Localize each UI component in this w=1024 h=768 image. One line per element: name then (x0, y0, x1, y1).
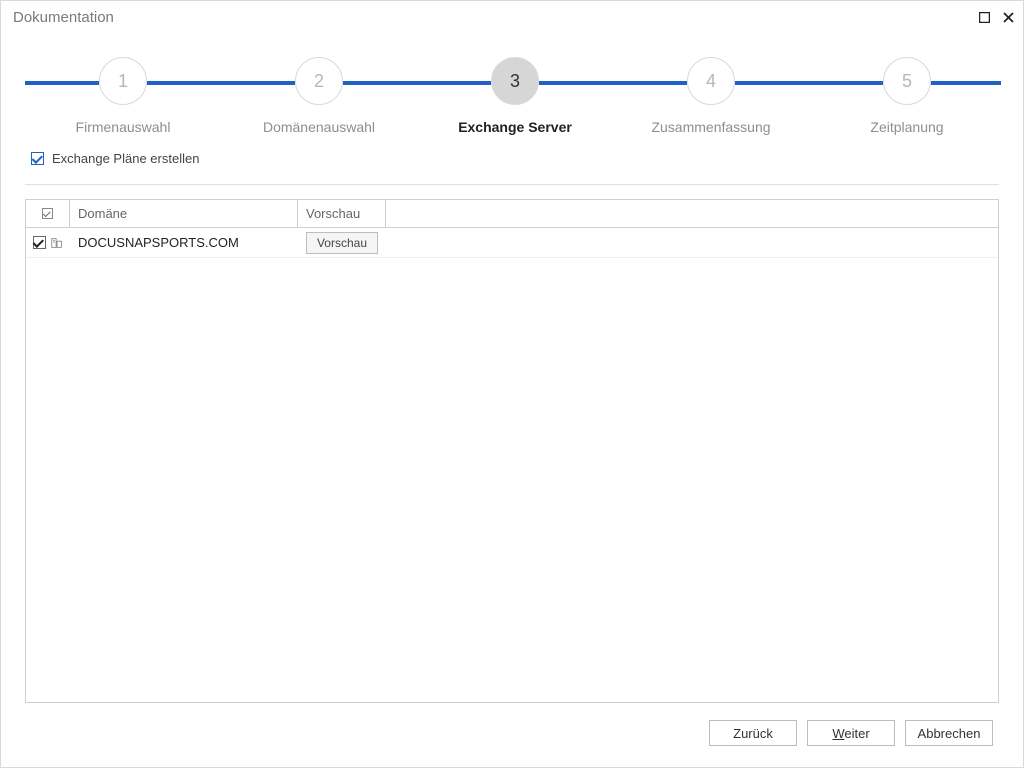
step-3[interactable]: 3 Exchange Server (417, 57, 613, 135)
table-row[interactable]: DOCUSNAPSPORTS.COM Vorschau (26, 228, 998, 258)
row-checkbox[interactable] (33, 236, 46, 249)
create-exchange-plans-checkbox[interactable] (31, 152, 44, 165)
select-all-checkbox[interactable] (42, 208, 53, 219)
back-button[interactable]: Zurück (709, 720, 797, 746)
step-2[interactable]: 2 Domänenauswahl (221, 57, 417, 135)
next-button[interactable]: Weiter (807, 720, 895, 746)
grid-body: DOCUSNAPSPORTS.COM Vorschau (26, 228, 998, 702)
header-checkbox-cell (26, 200, 70, 228)
dialog-window: Dokumentation 1 Firmenauswahl 2 Dom (0, 0, 1024, 768)
dialog-footer: Zurück Weiter Abbrechen (25, 711, 999, 755)
header-preview[interactable]: Vorschau (298, 200, 386, 228)
step-label: Firmenauswahl (25, 119, 221, 135)
row-domain: DOCUSNAPSPORTS.COM (70, 235, 298, 250)
step-label: Exchange Server (417, 119, 613, 135)
step-1[interactable]: 1 Firmenauswahl (25, 57, 221, 135)
titlebar: Dokumentation (1, 1, 1023, 33)
grid-header: Domäne Vorschau (26, 200, 998, 228)
dialog-content: 1 Firmenauswahl 2 Domänenauswahl 3 Excha… (1, 33, 1023, 767)
step-number: 5 (883, 57, 931, 105)
next-rest: eiter (844, 726, 869, 741)
step-label: Zusammenfassung (613, 119, 809, 135)
step-label: Zeitplanung (809, 119, 1005, 135)
separator (25, 184, 999, 185)
header-domain[interactable]: Domäne (70, 200, 298, 228)
step-5[interactable]: 5 Zeitplanung (809, 57, 1005, 135)
header-blank (386, 200, 998, 228)
row-preview-cell: Vorschau (298, 232, 386, 254)
preview-button[interactable]: Vorschau (306, 232, 378, 254)
step-number: 2 (295, 57, 343, 105)
step-label: Domänenauswahl (221, 119, 417, 135)
step-number: 1 (99, 57, 147, 105)
step-number: 4 (687, 57, 735, 105)
row-checkbox-cell (26, 236, 70, 250)
step-number: 3 (491, 57, 539, 105)
domain-grid: Domäne Vorschau DOCUSNAPSPORT (25, 199, 999, 703)
create-exchange-plans-row: Exchange Pläne erstellen (31, 151, 999, 166)
next-accesskey: W (832, 726, 844, 741)
maximize-icon[interactable] (977, 10, 991, 24)
close-icon[interactable] (1001, 10, 1015, 24)
create-exchange-plans-label: Exchange Pläne erstellen (52, 151, 199, 166)
titlebar-buttons (977, 10, 1015, 24)
dialog-title: Dokumentation (13, 9, 977, 26)
wizard-steps: 1 Firmenauswahl 2 Domänenauswahl 3 Excha… (25, 57, 999, 147)
cancel-button[interactable]: Abbrechen (905, 720, 993, 746)
domain-icon (50, 236, 64, 250)
step-4[interactable]: 4 Zusammenfassung (613, 57, 809, 135)
